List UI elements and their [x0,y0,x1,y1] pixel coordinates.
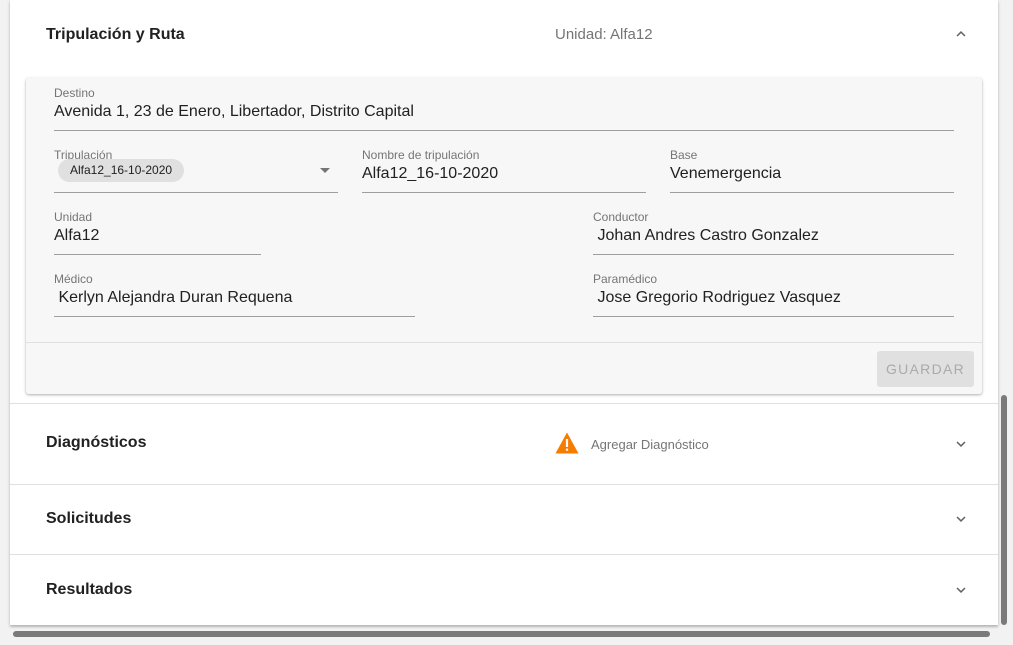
destino-value: Avenida 1, 23 de Enero, Libertador, Dist… [54,103,414,120]
destino-underline [54,130,954,131]
chevron-down-icon[interactable] [952,510,970,528]
unidad-label: Unidad [54,210,93,224]
solicitudes-panel-header[interactable]: Solicitudes [10,484,998,554]
diagnosticos-panel-title: Diagnósticos [46,434,147,451]
tripulacion-underline [54,192,338,193]
base-label: Base [670,148,698,162]
paramedico-value: Jose Gregorio Rodriguez Vasquez [593,289,841,306]
unidad-value: Alfa12 [54,227,100,244]
chevron-down-icon[interactable] [952,581,970,599]
base-underline [670,192,954,193]
nombre-tripulacion-value: Alfa12_16-10-2020 [362,165,499,182]
resultados-panel-title: Resultados [46,581,133,598]
tripulacion-chip[interactable]: Alfa12_16-10-2020 [58,159,185,182]
expansion-panels: Tripulación y Ruta Unidad: Alfa12 Destin… [10,0,998,625]
resultados-panel-header[interactable]: Resultados [10,555,998,625]
chevron-down-icon[interactable] [952,435,970,453]
diagnosticos-panel-header[interactable]: Diagnósticos Agregar Diagnóstico [10,404,998,484]
unidad-underline [54,254,261,255]
base-field[interactable]: Base Venemergencia [670,148,954,193]
destino-label: Destino [54,86,95,100]
horizontal-scrollbar[interactable] [13,631,990,637]
crew-route-form: Destino Avenida 1, 23 de Enero, Libertad… [26,78,982,394]
conductor-underline [593,254,954,255]
warning-icon [555,432,579,454]
vertical-scrollbar[interactable] [1001,395,1007,625]
medico-underline [54,316,415,317]
nombre-tripulacion-underline [362,192,646,193]
dropdown-arrow-icon[interactable] [320,168,330,173]
medico-value: Kerlyn Alejandra Duran Requena [54,289,293,306]
destino-field[interactable]: Destino Avenida 1, 23 de Enero, Libertad… [54,86,954,131]
paramedico-underline [593,316,954,317]
unidad-field[interactable]: Unidad Alfa12 [54,210,261,255]
medico-field[interactable]: Médico Kerlyn Alejandra Duran Requena [54,272,415,317]
chevron-up-icon[interactable] [952,25,970,43]
base-value: Venemergencia [670,165,782,182]
paramedico-field[interactable]: Paramédico Jose Gregorio Rodriguez Vasqu… [593,272,954,317]
medico-label: Médico [54,272,93,286]
crew-route-panel-header[interactable]: Tripulación y Ruta Unidad: Alfa12 [10,0,998,70]
paramedico-label: Paramédico [593,272,658,286]
nombre-tripulacion-field[interactable]: Nombre de tripulación Alfa12_16-10-2020 [362,148,646,193]
crew-route-panel-title: Tripulación y Ruta [46,26,185,43]
conductor-value: Johan Andres Castro Gonzalez [593,227,819,244]
conductor-field[interactable]: Conductor Johan Andres Castro Gonzalez [593,210,954,255]
tripulacion-select[interactable]: Tripulación Alfa12_16-10-2020 [54,148,338,193]
page: Tripulación y Ruta Unidad: Alfa12 Destin… [0,0,1013,645]
nombre-tripulacion-label: Nombre de tripulación [362,148,480,162]
unit-summary: Unidad: Alfa12 [555,26,653,43]
conductor-label: Conductor [593,210,649,224]
actions-divider [26,342,982,343]
solicitudes-panel-title: Solicitudes [46,510,132,527]
add-diagnosis-hint: Agregar Diagnóstico [591,437,709,452]
save-button[interactable]: GUARDAR [877,351,974,387]
